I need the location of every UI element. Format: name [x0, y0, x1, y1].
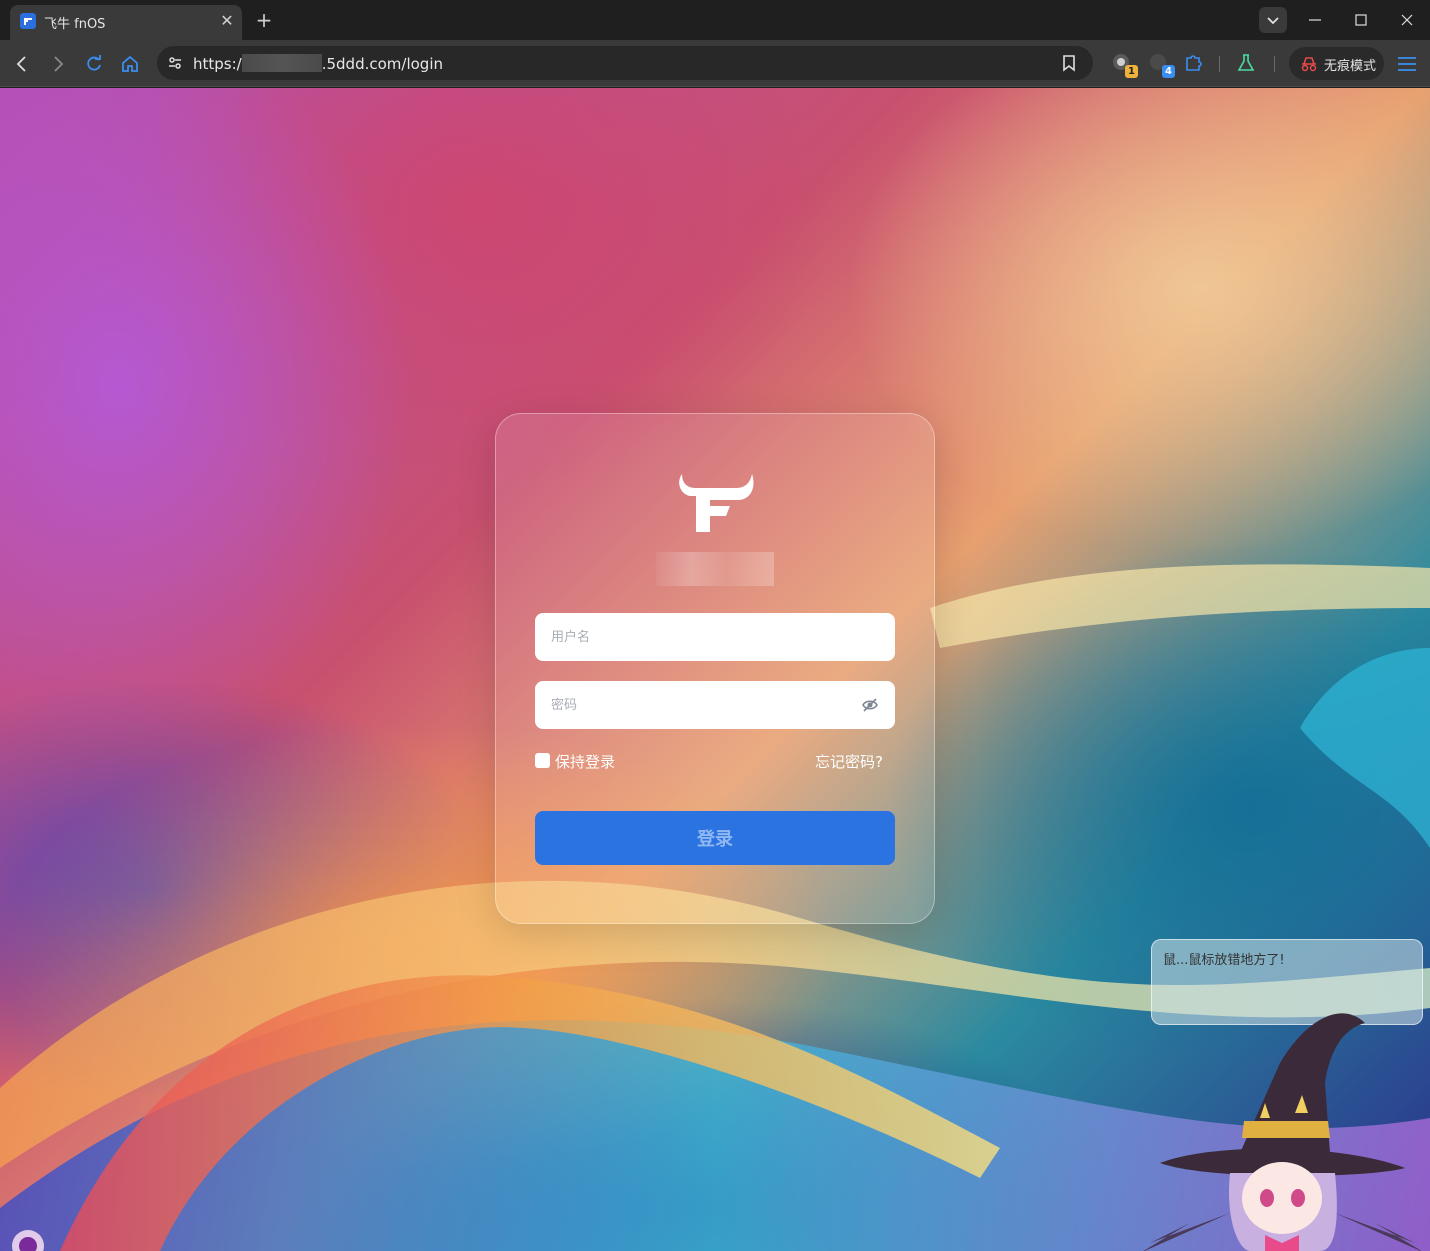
eye-off-icon[interactable] [861, 696, 879, 714]
back-button[interactable] [10, 52, 34, 76]
flask-icon [1237, 54, 1255, 71]
remember-checkbox[interactable] [535, 753, 550, 768]
username-field[interactable] [535, 613, 895, 661]
labs-button[interactable] [1234, 51, 1258, 75]
login-button[interactable]: 登录 [535, 811, 895, 865]
reload-icon [87, 55, 101, 71]
site-info-button[interactable] [163, 51, 187, 75]
minimize-icon [1309, 19, 1321, 21]
maximize-icon [1355, 14, 1367, 26]
tune-icon [169, 57, 181, 69]
password-field[interactable] [535, 681, 895, 729]
extension-1-badge: 1 [1125, 65, 1138, 78]
new-tab-button[interactable]: + [252, 8, 276, 32]
url-text[interactable]: https:/ .5ddd.com/login [193, 54, 443, 73]
login-page: 保持登录 忘记密码? 登录 鼠...鼠标放错地方了! [0, 88, 1430, 1251]
incognito-label: 无痕模式 [1324, 59, 1377, 74]
server-name-redacted [656, 552, 774, 586]
login-card: 保持登录 忘记密码? 登录 [495, 413, 935, 924]
url-prefix: https:/ [193, 55, 242, 73]
fnos-bull-logo-icon [679, 474, 754, 532]
puzzle-icon [1186, 55, 1202, 71]
mascot-speech-text: 鼠...鼠标放错地方了! [1163, 953, 1285, 968]
close-window-button[interactable] [1392, 6, 1422, 34]
toolbar-separator [1274, 56, 1275, 72]
incognito-indicator[interactable]: 无痕模式 [1289, 47, 1384, 80]
chevron-down-icon [1267, 17, 1279, 25]
tab-strip: 飞牛 fnOS ✕ + [0, 0, 1430, 40]
forgot-password-link[interactable]: 忘记密码? [815, 751, 883, 772]
home-icon [122, 55, 138, 72]
close-icon [1401, 14, 1413, 26]
extensions-button[interactable] [1182, 51, 1206, 75]
browser-toolbar: https:/ .5ddd.com/login 1 4 无痕模式 [0, 40, 1430, 87]
url-redacted [241, 54, 322, 72]
tab-search-button[interactable] [1259, 7, 1287, 33]
fnos-favicon-icon [20, 13, 36, 29]
tab-title: 飞牛 fnOS [44, 17, 106, 32]
incognito-icon [1301, 57, 1317, 72]
browser-menu-button[interactable] [1396, 53, 1418, 75]
forward-button[interactable] [46, 52, 70, 76]
arrow-right-icon [54, 56, 64, 72]
extension-2-badge: 4 [1162, 65, 1175, 78]
arrow-left-icon [16, 56, 26, 72]
menu-icon [1398, 57, 1416, 71]
bookmark-icon [1063, 55, 1075, 72]
extension-2-button[interactable]: 4 [1147, 51, 1175, 78]
username-input[interactable] [551, 613, 851, 661]
toolbar-separator [1219, 56, 1220, 72]
minimize-button[interactable] [1300, 6, 1330, 34]
bookmark-button[interactable] [1059, 53, 1079, 73]
address-bar[interactable]: https:/ .5ddd.com/login [157, 46, 1093, 80]
tab-close-icon[interactable]: ✕ [217, 11, 237, 31]
orb-icon [12, 1230, 44, 1251]
remember-label[interactable]: 保持登录 [555, 751, 615, 772]
tab-active[interactable]: 飞牛 fnOS ✕ [10, 5, 242, 40]
password-input[interactable] [551, 681, 851, 729]
witch-mascot-icon[interactable] [1130, 1003, 1430, 1251]
extension-1-button[interactable]: 1 [1110, 51, 1138, 78]
home-button[interactable] [118, 52, 142, 76]
maximize-button[interactable] [1346, 6, 1376, 34]
reload-button[interactable] [82, 52, 106, 76]
url-suffix: .5ddd.com/login [321, 55, 443, 73]
